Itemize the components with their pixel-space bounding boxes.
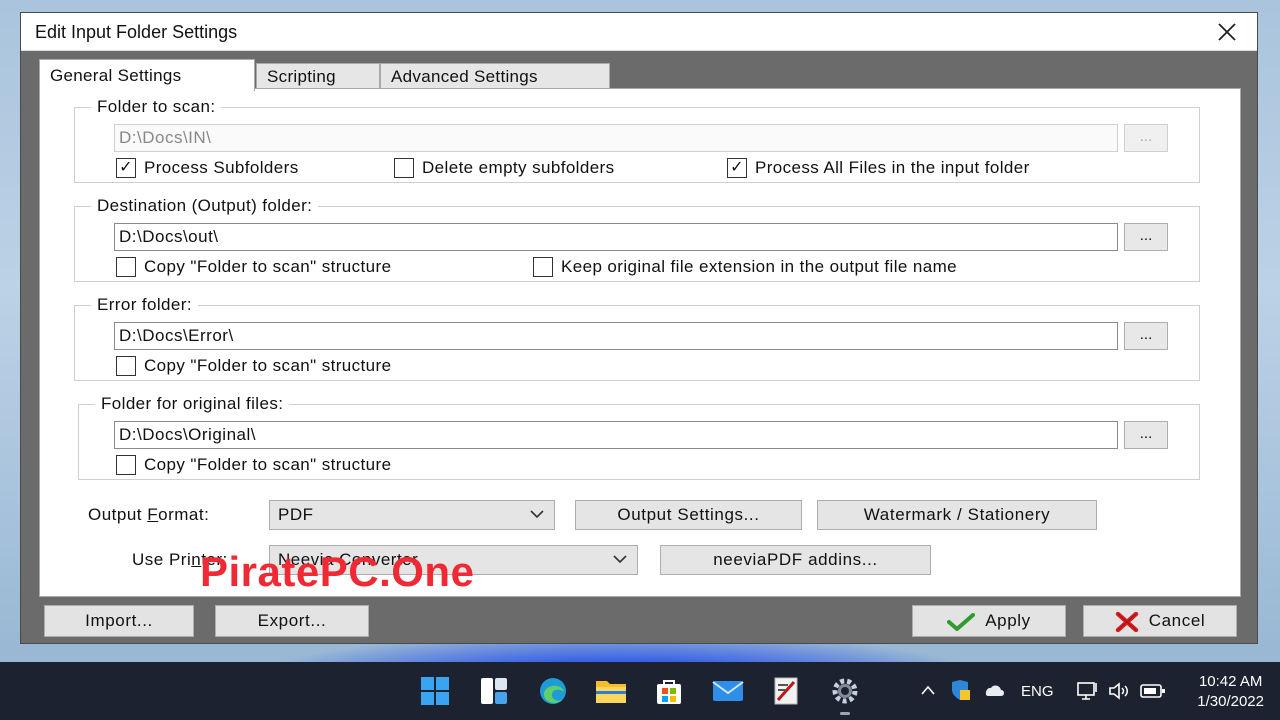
output-settings-button[interactable]: Output Settings... (575, 500, 802, 530)
checkbox-label: Keep original file extension in the outp… (561, 257, 957, 276)
date-label: 1/30/2022 (1197, 693, 1264, 710)
language-indicator[interactable]: ENG (1021, 683, 1054, 700)
tab-general-settings[interactable]: General Settings (39, 59, 255, 91)
checkbox-unchecked-icon (394, 158, 414, 178)
general-settings-panel: Folder to scan: D:\Docs\IN\ ... ✓ Proces… (39, 88, 1241, 597)
widgets-icon[interactable] (477, 675, 511, 707)
folder-to-scan-input[interactable]: D:\Docs\IN\ (114, 124, 1118, 152)
label-part: Output (88, 505, 148, 524)
checkbox-unchecked-icon (116, 257, 136, 277)
original-copy-structure-checkbox[interactable]: Copy "Folder to scan" structure (116, 454, 391, 476)
taskbar: ENG 10:42 AM 1/30/2022 (0, 662, 1280, 720)
import-button[interactable]: Import... (44, 605, 194, 637)
window-title: Edit Input Folder Settings (35, 22, 238, 42)
folder-to-scan-legend: Folder to scan: (97, 97, 216, 116)
checkbox-label: Copy "Folder to scan" structure (144, 257, 392, 276)
checkbox-label: Copy "Folder to scan" structure (144, 356, 392, 375)
label-part: ormat: (158, 505, 210, 524)
original-files-legend: Folder for original files: (101, 394, 284, 413)
cancel-button[interactable]: Cancel (1083, 605, 1237, 637)
windows-start-icon[interactable] (418, 675, 452, 707)
export-button[interactable]: Export... (215, 605, 369, 637)
process-all-files-checkbox[interactable]: ✓ Process All Files in the input folder (727, 157, 1030, 179)
checkbox-checked-icon: ✓ (727, 158, 747, 178)
clock[interactable]: 10:42 AM 1/30/2022 (1197, 672, 1264, 712)
apply-label: Apply (985, 611, 1031, 630)
error-folder-input[interactable]: D:\Docs\Error\ (114, 322, 1118, 350)
folder-to-scan-browse-button[interactable]: ... (1124, 124, 1168, 152)
tab-advanced-settings[interactable]: Advanced Settings (380, 63, 610, 89)
keep-original-extension-checkbox[interactable]: Keep original file extension in the outp… (533, 256, 957, 278)
error-copy-structure-checkbox[interactable]: Copy "Folder to scan" structure (116, 355, 391, 377)
chevron-up-icon[interactable] (920, 684, 936, 696)
checkbox-unchecked-icon (116, 356, 136, 376)
checkmark-icon (947, 612, 976, 631)
close-button[interactable] (1207, 17, 1247, 47)
network-icon[interactable] (1076, 680, 1100, 702)
red-x-icon (1115, 611, 1138, 632)
checkbox-checked-icon: ✓ (116, 158, 136, 178)
volume-icon[interactable] (1108, 681, 1132, 701)
security-shield-icon[interactable] (948, 680, 972, 702)
mail-icon[interactable] (711, 675, 745, 707)
error-folder-legend: Error folder: (97, 295, 192, 314)
label-part: Use Pri (132, 550, 192, 569)
tab-scripting[interactable]: Scripting (256, 63, 380, 89)
error-folder-browse-button[interactable]: ... (1124, 322, 1168, 350)
time-label: 10:42 AM (1198, 673, 1263, 690)
file-explorer-icon[interactable] (594, 675, 628, 707)
tab-label: General Settings (50, 65, 182, 85)
checkbox-label: Process Subfolders (144, 158, 299, 177)
accelerator-key: F (147, 505, 159, 524)
chevron-down-icon (613, 555, 627, 564)
checkbox-label: Copy "Folder to scan" structure (144, 455, 392, 474)
neevia-app-icon[interactable] (769, 675, 803, 707)
checkbox-label: Process All Files in the input folder (755, 158, 1030, 177)
store-icon[interactable] (652, 675, 686, 707)
active-app-indicator (840, 712, 850, 715)
close-icon (1218, 23, 1236, 41)
selected-value: PDF (278, 505, 314, 524)
destination-folder-input[interactable]: D:\Docs\out\ (114, 223, 1118, 251)
settings-gear-icon[interactable] (828, 675, 862, 707)
title-bar: Edit Input Folder Settings (21, 13, 1257, 51)
battery-icon[interactable] (1140, 683, 1166, 699)
process-subfolders-checkbox[interactable]: ✓ Process Subfolders (116, 157, 299, 179)
apply-button[interactable]: Apply (912, 605, 1066, 637)
neeviapdf-addins-button[interactable]: neeviaPDF addins... (660, 545, 931, 575)
edge-icon[interactable] (536, 675, 570, 707)
original-folder-input[interactable]: D:\Docs\Original\ (114, 421, 1118, 449)
site-watermark: PiratePC.One (200, 548, 475, 595)
output-format-select[interactable]: PDF (269, 500, 555, 530)
cancel-label: Cancel (1148, 611, 1206, 630)
chevron-down-icon (530, 510, 544, 519)
cloud-icon[interactable] (982, 682, 1006, 698)
checkbox-label: Delete empty subfolders (422, 158, 615, 177)
destination-copy-structure-checkbox[interactable]: Copy "Folder to scan" structure (116, 256, 391, 278)
destination-folder-browse-button[interactable]: ... (1124, 223, 1168, 251)
destination-folder-legend: Destination (Output) folder: (97, 196, 313, 215)
tab-label: Advanced Settings (391, 66, 538, 86)
checkbox-unchecked-icon (116, 455, 136, 475)
tab-label: Scripting (267, 66, 336, 86)
delete-empty-subfolders-checkbox[interactable]: Delete empty subfolders (394, 157, 615, 179)
original-folder-browse-button[interactable]: ... (1124, 421, 1168, 449)
watermark-stationery-button[interactable]: Watermark / Stationery (817, 500, 1097, 530)
checkbox-unchecked-icon (533, 257, 553, 277)
output-format-label: Output Format: (88, 505, 209, 525)
